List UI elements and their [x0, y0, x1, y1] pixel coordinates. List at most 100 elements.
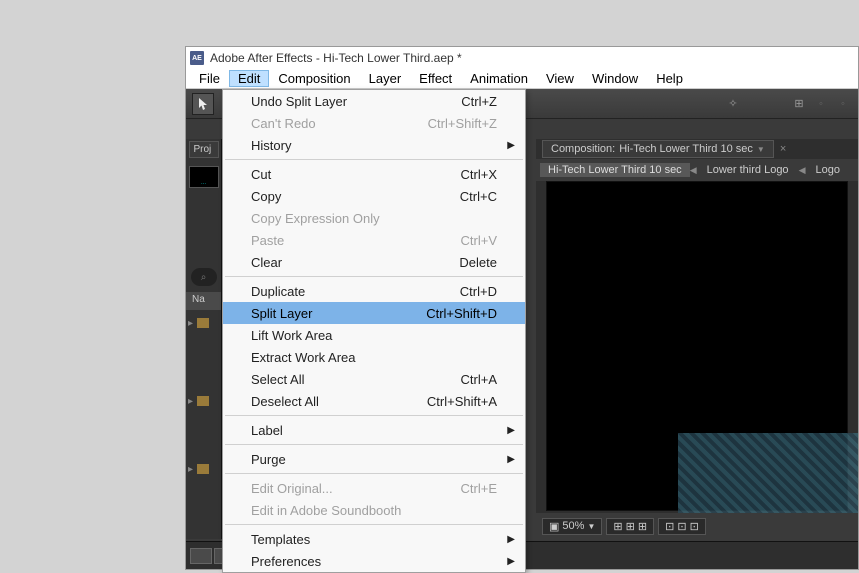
folder-icon	[197, 318, 209, 328]
breadcrumb-item[interactable]: Logo	[805, 164, 849, 176]
breadcrumb-item[interactable]: Lower third Logo	[697, 164, 799, 176]
menu-layer[interactable]: Layer	[360, 70, 411, 87]
menu-item-edit-original: Edit Original... Ctrl+E	[223, 477, 525, 499]
menu-separator	[225, 415, 523, 416]
project-name-column[interactable]: Na	[186, 292, 221, 310]
application-window: AE Adobe After Effects - Hi-Tech Lower T…	[185, 46, 859, 570]
viewer-options[interactable]: ⊡ ⊡ ⊡	[658, 518, 706, 535]
menu-item-preferences[interactable]: Preferences▶	[223, 550, 525, 572]
composition-panel: Composition: Hi-Tech Lower Third 10 sec …	[536, 139, 858, 539]
menu-item-shortcut: Ctrl+C	[460, 189, 497, 204]
menu-item-history[interactable]: History ▶	[223, 134, 525, 156]
menu-item-clear[interactable]: ClearDelete	[223, 251, 525, 273]
menu-item-lift-work-area[interactable]: Lift Work Area	[223, 324, 525, 346]
menu-separator	[225, 473, 523, 474]
chevron-left-icon[interactable]: ◀	[690, 165, 697, 176]
selection-tool[interactable]	[192, 93, 214, 115]
menu-composition[interactable]: Composition	[269, 70, 359, 87]
composition-tab-bar: Composition: Hi-Tech Lower Third 10 sec …	[536, 139, 858, 159]
menu-item-shortcut: Ctrl+Shift+Z	[428, 116, 497, 131]
menu-item-label: Can't Redo	[251, 116, 316, 131]
menu-item-copy[interactable]: CopyCtrl+C	[223, 185, 525, 207]
project-items: ▸ ▸ ▸	[186, 310, 221, 482]
menu-item-label[interactable]: Label▶	[223, 419, 525, 441]
composition-tab[interactable]: Composition: Hi-Tech Lower Third 10 sec …	[542, 140, 774, 158]
app-icon: AE	[190, 51, 204, 65]
menu-item-shortcut: Delete	[459, 255, 497, 270]
menu-edit[interactable]: Edit	[229, 70, 269, 87]
menubar: File Edit Composition Layer Effect Anima…	[186, 69, 858, 89]
menu-item-label: Paste	[251, 233, 284, 248]
chevron-left-icon[interactable]: ◀	[799, 165, 806, 176]
menu-item-label: Lift Work Area	[251, 328, 332, 343]
menu-item-extract-work-area[interactable]: Extract Work Area	[223, 346, 525, 368]
menu-item-undo-split-layer[interactable]: Undo Split Layer Ctrl+Z	[223, 90, 525, 112]
menu-animation[interactable]: Animation	[461, 70, 537, 87]
menu-item-label: Split Layer	[251, 306, 312, 321]
edit-menu-dropdown: Undo Split Layer Ctrl+Z Can't Redo Ctrl+Shi…	[222, 89, 526, 573]
menu-item-label: Undo Split Layer	[251, 94, 347, 109]
menu-item-deselect-all[interactable]: Deselect All Ctrl+Shift+A	[223, 390, 525, 412]
align-icon[interactable]: ⊞	[790, 95, 808, 113]
menu-item-shortcut: Ctrl+Shift+A	[427, 394, 497, 409]
viewer-footer: ▣ 50% ▼ ⊞ ⊞ ⊞ ⊡ ⊡ ⊡	[536, 513, 858, 539]
project-folder-row[interactable]: ▸	[188, 460, 219, 478]
project-thumbnail[interactable]: ···	[189, 166, 219, 188]
menu-item-templates[interactable]: Templates▶	[223, 528, 525, 550]
resolution-control[interactable]: ⊞ ⊞ ⊞	[606, 518, 654, 535]
breadcrumb-active[interactable]: Hi-Tech Lower Third 10 sec	[540, 163, 690, 177]
snap-icon[interactable]: ✧	[724, 95, 742, 113]
menu-item-label: Select All	[251, 372, 304, 387]
submenu-arrow-icon: ▶	[507, 454, 515, 465]
menu-item-select-all[interactable]: Select All Ctrl+A	[223, 368, 525, 390]
close-tab-icon[interactable]: ×	[780, 143, 786, 155]
project-tab[interactable]: Proj	[189, 141, 219, 158]
menu-item-shortcut: Ctrl+E	[461, 481, 497, 496]
menu-effect[interactable]: Effect	[410, 70, 461, 87]
window-title: Adobe After Effects - Hi-Tech Lower Thir…	[210, 51, 462, 65]
composition-tab-prefix: Composition:	[551, 143, 615, 155]
timeline-button[interactable]	[190, 548, 212, 564]
menu-item-label: Copy Expression Only	[251, 211, 380, 226]
submenu-arrow-icon: ▶	[507, 140, 515, 151]
menu-help[interactable]: Help	[647, 70, 692, 87]
menu-separator	[225, 276, 523, 277]
folder-icon	[197, 396, 209, 406]
project-search[interactable]: ⌕	[191, 268, 217, 286]
project-folder-row[interactable]: ▸	[188, 314, 219, 332]
titlebar: AE Adobe After Effects - Hi-Tech Lower T…	[186, 47, 858, 69]
menu-item-label: Duplicate	[251, 284, 305, 299]
zoom-control[interactable]: ▣ 50% ▼	[542, 518, 602, 535]
menu-view[interactable]: View	[537, 70, 583, 87]
menu-item-duplicate[interactable]: DuplicateCtrl+D	[223, 280, 525, 302]
project-panel: Proj ··· ⌕ Na ▸ ▸ ▸	[186, 139, 222, 539]
menu-item-edit-in-adobe-soundbooth: Edit in Adobe Soundbooth	[223, 499, 525, 521]
submenu-arrow-icon: ▶	[507, 556, 515, 567]
menu-item-shortcut: Ctrl+V	[461, 233, 497, 248]
menu-item-label: Extract Work Area	[251, 350, 356, 365]
menu-item-purge[interactable]: Purge▶	[223, 448, 525, 470]
menu-window[interactable]: Window	[583, 70, 647, 87]
menu-item-shortcut: Ctrl+A	[461, 372, 497, 387]
menu-item-label: Cut	[251, 167, 271, 182]
menu-item-cut[interactable]: Cut Ctrl+X	[223, 163, 525, 185]
zoom-value: 50%	[562, 520, 584, 532]
menu-file[interactable]: File	[190, 70, 229, 87]
menu-item-shortcut: Ctrl+Z	[461, 94, 497, 109]
menu-item-shortcut: Ctrl+Shift+D	[426, 306, 497, 321]
menu-item-label: Edit in Adobe Soundbooth	[251, 503, 401, 518]
menu-item-label: History	[251, 138, 291, 153]
menu-item-can-t-redo: Can't Redo Ctrl+Shift+Z	[223, 112, 525, 134]
dim-icon: ◦	[812, 95, 830, 113]
composition-tab-name: Hi-Tech Lower Third 10 sec	[619, 143, 753, 155]
menu-item-split-layer[interactable]: Split Layer Ctrl+Shift+D	[223, 302, 525, 324]
menu-item-label: Edit Original...	[251, 481, 333, 496]
project-folder-row[interactable]: ▸	[188, 392, 219, 410]
menu-item-paste: Paste Ctrl+V	[223, 229, 525, 251]
menu-item-label: Templates	[251, 532, 310, 547]
menu-separator	[225, 159, 523, 160]
dropdown-icon[interactable]: ▼	[757, 145, 765, 154]
composition-breadcrumb: Hi-Tech Lower Third 10 sec ◀ Lower third…	[536, 159, 858, 181]
menu-item-label: Deselect All	[251, 394, 319, 409]
menu-item-shortcut: Ctrl+X	[461, 167, 497, 182]
